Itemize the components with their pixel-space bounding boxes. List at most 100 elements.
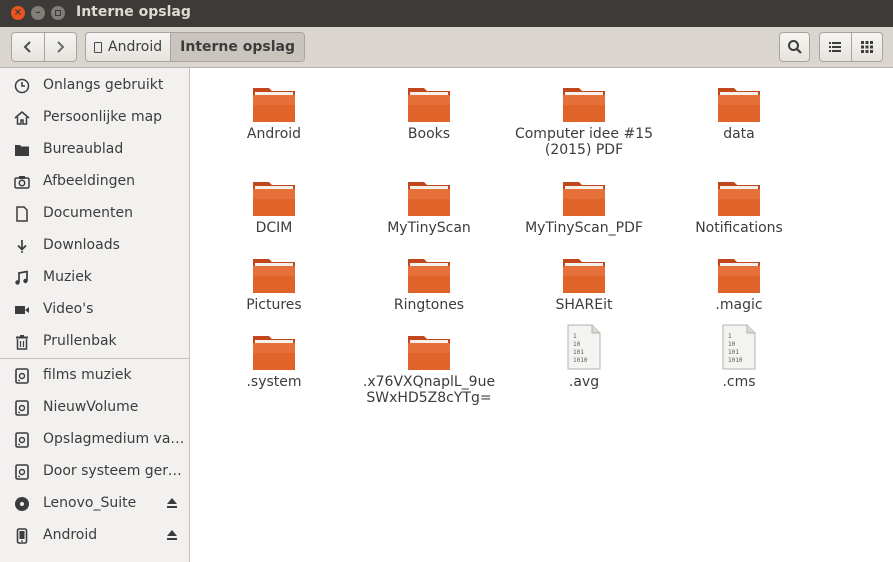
file-item[interactable]: Notifications bbox=[669, 178, 809, 238]
sidebar-item-videos[interactable]: Video's bbox=[0, 294, 190, 326]
sidebar-item-android[interactable]: Android bbox=[0, 520, 190, 552]
sidebar-item-nieuwvolume[interactable]: NieuwVolume bbox=[0, 392, 190, 424]
minimize-icon: – bbox=[35, 7, 41, 18]
sidebar-item-music[interactable]: Muziek bbox=[0, 262, 190, 294]
sidebar-item-downloads[interactable]: Downloads bbox=[0, 230, 190, 262]
sidebar-item-more[interactable] bbox=[0, 552, 190, 562]
folder-icon bbox=[563, 259, 605, 293]
sidebar-item-label: Bureaublad bbox=[43, 141, 124, 157]
folder-icon bbox=[253, 88, 295, 122]
sidebar-item-films-muziek[interactable]: films muziek bbox=[0, 360, 190, 392]
view-switcher bbox=[819, 32, 883, 62]
chevron-right-icon bbox=[57, 41, 65, 53]
sidebar-item-label: Documenten bbox=[43, 205, 134, 221]
title-bar: × – Interne opslag bbox=[0, 0, 893, 27]
file-item[interactable]: Android bbox=[204, 84, 344, 144]
close-icon: × bbox=[13, 7, 23, 18]
sidebar-item-label: Afbeeldingen bbox=[43, 173, 136, 189]
sidebar-item-label: Video's bbox=[43, 301, 94, 317]
close-window-button[interactable]: × bbox=[11, 6, 25, 20]
maximize-icon bbox=[55, 10, 61, 16]
back-button[interactable] bbox=[12, 33, 44, 61]
video-icon bbox=[15, 306, 29, 314]
file-item[interactable]: Books bbox=[359, 84, 499, 144]
file-name: data bbox=[723, 126, 755, 142]
sidebar-item-trash[interactable]: Prullenbak bbox=[0, 326, 190, 358]
sidebar-item-label: Downloads bbox=[43, 237, 120, 253]
file-name: DCIM bbox=[255, 220, 293, 236]
sidebar-item-opslagmedium[interactable]: Opslagmedium van… bbox=[0, 424, 190, 456]
svg-text:1: 1 bbox=[728, 333, 732, 340]
file-name: SHAREit bbox=[555, 297, 613, 313]
folder-icon bbox=[718, 259, 760, 293]
file-item[interactable]: .magic bbox=[669, 255, 809, 315]
svg-text:1010: 1010 bbox=[573, 357, 588, 364]
sidebar-item-home[interactable]: Persoonlijke map bbox=[0, 102, 190, 134]
maximize-window-button[interactable] bbox=[51, 6, 65, 20]
home-icon bbox=[14, 110, 30, 125]
folder-icon bbox=[718, 182, 760, 216]
music-icon bbox=[15, 270, 28, 285]
file-item[interactable]: 1 10 101 1010 .cms bbox=[669, 324, 809, 392]
sidebar-item-recent[interactable]: Onlangs gebruikt bbox=[0, 70, 190, 102]
sidebar-item-lenovo-suite[interactable]: Lenovo_Suite bbox=[0, 488, 190, 520]
breadcrumb-android[interactable]: Android bbox=[86, 33, 170, 61]
sidebar-item-label: Door systeem gere… bbox=[43, 463, 188, 479]
file-name: Android bbox=[246, 126, 302, 142]
file-item[interactable]: DCIM bbox=[204, 178, 344, 238]
file-name: Ringtones bbox=[393, 297, 465, 313]
sidebar-item-label: films muziek bbox=[43, 367, 132, 383]
trash-icon bbox=[16, 335, 28, 350]
svg-text:1: 1 bbox=[573, 333, 577, 340]
file-item[interactable]: Pictures bbox=[204, 255, 344, 315]
breadcrumb-label: Android bbox=[108, 39, 163, 55]
svg-text:101: 101 bbox=[573, 349, 584, 356]
sidebar-item-label: Opslagmedium van… bbox=[43, 431, 188, 447]
breadcrumb-label: Interne opslag bbox=[180, 39, 295, 55]
file-item[interactable]: SHAREit bbox=[514, 255, 654, 315]
file-grid: Android Books Computer idee #15 (2015) P… bbox=[191, 68, 893, 562]
file-name: Books bbox=[407, 126, 451, 142]
forward-button[interactable] bbox=[43, 33, 76, 61]
file-item[interactable]: .system bbox=[204, 332, 344, 392]
list-view-icon bbox=[829, 42, 842, 52]
file-item[interactable]: 1 10 101 1010 .avg bbox=[514, 324, 654, 392]
sidebar-item-label: Prullenbak bbox=[43, 333, 117, 349]
file-item[interactable]: MyTinyScan_PDF bbox=[514, 178, 654, 238]
breadcrumb-interne-opslag[interactable]: Interne opslag bbox=[170, 33, 304, 61]
file-item[interactable]: data bbox=[669, 84, 809, 144]
folder-icon bbox=[253, 336, 295, 370]
document-icon bbox=[16, 206, 28, 222]
eject-icon[interactable] bbox=[165, 496, 179, 510]
phone-icon bbox=[16, 528, 28, 544]
file-item[interactable]: .x76VXQnaplL_9ueSWxHD5Z8cYTg= bbox=[359, 332, 499, 427]
drive-icon bbox=[15, 464, 29, 480]
file-name: .system bbox=[246, 374, 302, 390]
binary-file-icon: 1101011010 bbox=[722, 324, 756, 370]
window-title: Interne opslag bbox=[76, 4, 191, 20]
folder-icon bbox=[253, 259, 295, 293]
chevron-left-icon bbox=[23, 41, 31, 53]
sidebar-item-desktop[interactable]: Bureaublad bbox=[0, 134, 190, 166]
svg-text:101: 101 bbox=[728, 349, 739, 356]
eject-icon[interactable] bbox=[165, 528, 179, 542]
file-item[interactable]: Ringtones bbox=[359, 255, 499, 315]
folder-icon bbox=[408, 88, 450, 122]
sidebar-item-label: NieuwVolume bbox=[43, 399, 139, 415]
sidebar-item-documents[interactable]: Documenten bbox=[0, 198, 190, 230]
file-name: MyTinyScan_PDF bbox=[525, 220, 643, 236]
drive-icon bbox=[15, 432, 29, 448]
list-view-button[interactable] bbox=[820, 33, 851, 61]
file-name: .x76VXQnaplL_9ueSWxHD5Z8cYTg= bbox=[362, 374, 496, 406]
file-item[interactable]: Computer idee #15 (2015) PDF bbox=[514, 84, 654, 162]
toolbar: Android Interne opslag bbox=[0, 27, 893, 68]
folder-icon bbox=[408, 336, 450, 370]
search-button[interactable] bbox=[779, 32, 810, 62]
sidebar-item-pictures[interactable]: Afbeeldingen bbox=[0, 166, 190, 198]
camera-icon bbox=[14, 176, 30, 189]
sidebar-item-system-reserved[interactable]: Door systeem gere… bbox=[0, 456, 190, 488]
folder-icon bbox=[253, 182, 295, 216]
minimize-window-button[interactable]: – bbox=[31, 6, 45, 20]
file-item[interactable]: MyTinyScan bbox=[359, 178, 499, 238]
grid-view-button[interactable] bbox=[850, 33, 882, 61]
